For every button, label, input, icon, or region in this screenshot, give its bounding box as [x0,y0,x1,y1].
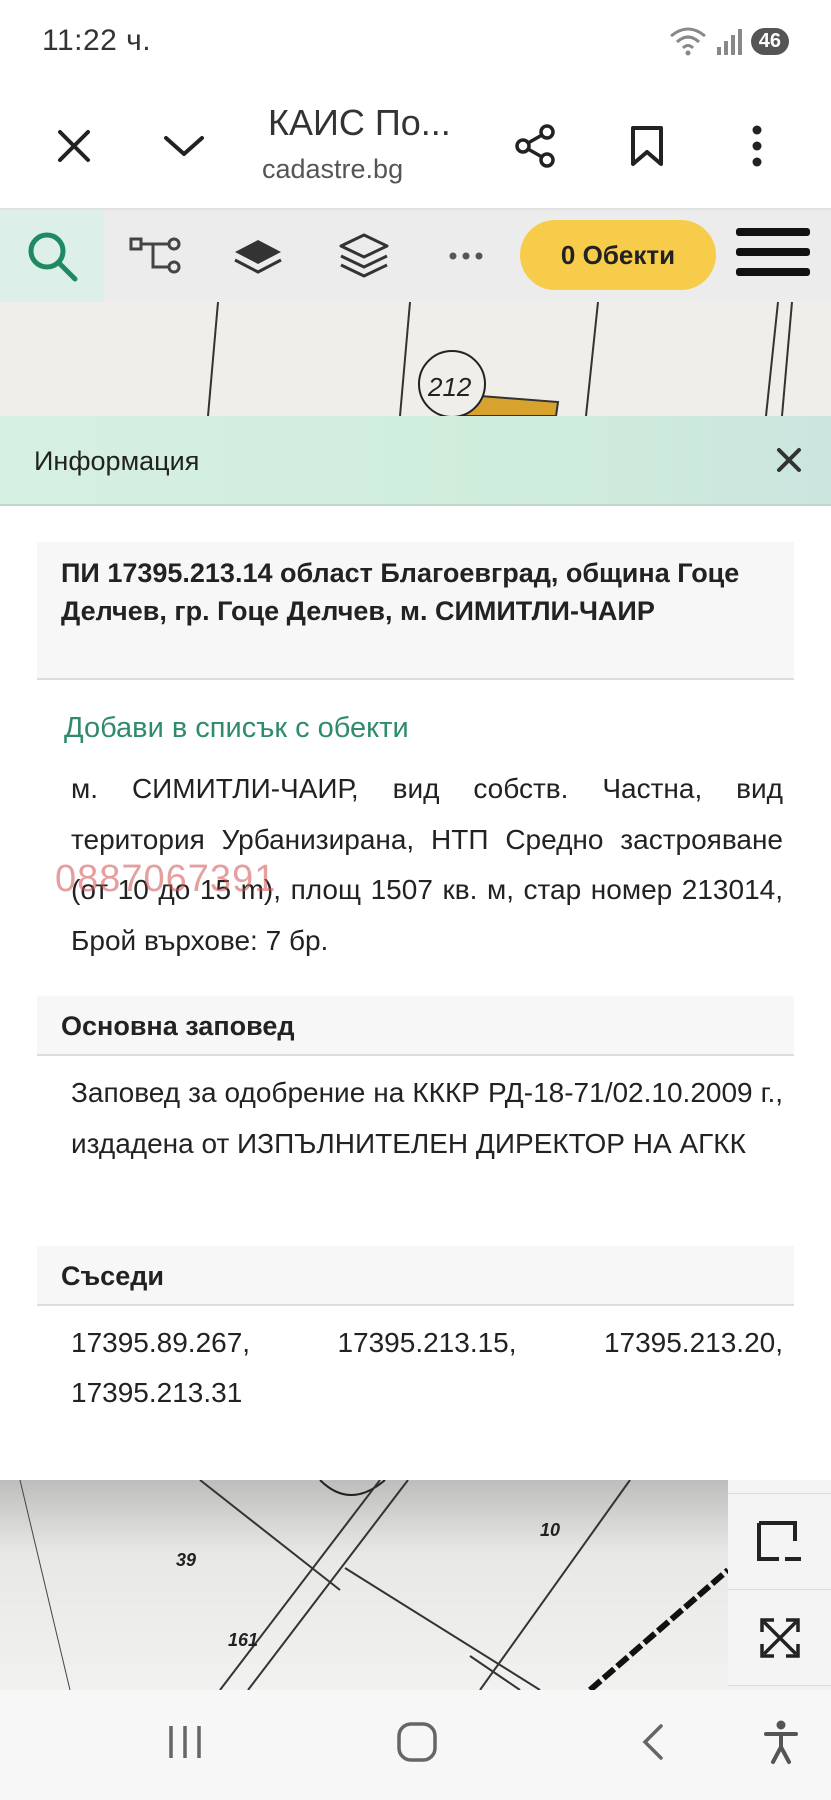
menu-icon [736,228,810,236]
home-icon [397,1722,437,1762]
neighbor-item: 17395.89.267, [71,1327,251,1358]
route-tool-button[interactable] [124,224,188,288]
chevron-down-icon [164,136,204,156]
search-button[interactable] [0,210,104,302]
add-to-objects-link[interactable]: Добави в списък с обекти [64,712,409,745]
map-fullscreen-button[interactable] [728,1590,831,1686]
layer-icon [234,240,282,274]
neighbor-item: 17395.213.20, [603,1327,783,1358]
select-area-icon [756,1520,801,1561]
search-icon [28,232,78,282]
system-nav-bar [0,1690,831,1800]
accessibility-button[interactable] [746,1712,816,1772]
more-vertical-icon [752,125,762,167]
info-panel-header: Информация [0,416,831,506]
map-parcel-label: 161 [228,1630,259,1650]
objects-button[interactable]: 0 Обекти [520,220,716,290]
close-icon [777,448,801,472]
collapse-button[interactable] [152,114,216,178]
bookmark-button[interactable] [615,114,679,178]
parcel-heading: ПИ 17395.213.14 област Благоевград, общи… [37,542,794,680]
battery-indicator: 46 [750,27,789,55]
share-icon [515,124,555,168]
status-time: 11:22 ч. [42,24,152,57]
share-button[interactable] [503,114,567,178]
home-button[interactable] [382,1712,452,1772]
phone-watermark: 0887067391 [55,858,277,900]
main-order-text: Заповед за одобрение на КККР РД-18-71/02… [71,1077,783,1159]
info-close-button[interactable] [769,440,809,480]
map-parcel-lines [207,302,793,416]
status-bar: 11:22 ч. 46 [0,0,831,84]
map-select-area-button[interactable] [728,1494,831,1590]
neighbor-item: 17395.213.15, [337,1327,517,1358]
map-parcel-label: 39 [176,1550,197,1570]
more-tools-button[interactable] [434,224,498,288]
close-tab-button[interactable] [42,114,106,178]
close-icon [58,130,90,162]
browser-bar: КАИС По... cadastre.bg [0,84,831,210]
menu-button[interactable] [736,228,810,284]
map-view-top[interactable]: 212 [0,302,831,416]
status-icons: 46 [669,26,789,56]
more-options-button[interactable] [725,114,789,178]
app-toolbar: 0 Обекти [0,210,831,302]
accessibility-icon [764,1720,798,1764]
main-order-heading: Основна заповед [37,996,794,1056]
neighbors-heading: Съседи [37,1246,794,1306]
map-view-bottom[interactable]: 39 10 161 [0,1480,831,1690]
more-horizontal-icon [449,252,483,260]
back-icon [642,1724,663,1760]
wifi-icon [669,27,706,56]
info-panel-title: Информация [34,446,200,476]
back-button[interactable] [617,1712,687,1772]
map-parcel-lines [19,1480,730,1690]
recent-apps-icon [169,1726,201,1758]
map-parcel-label: 10 [540,1520,561,1540]
fullscreen-icon [759,1617,800,1658]
neighbor-item: 17395.213.31 [71,1377,243,1408]
route-icon [129,237,181,274]
page-title: КАИС По... [268,102,451,143]
signal-icon [716,29,742,55]
bookmark-icon [631,126,663,166]
layer-tool-button[interactable] [226,224,290,288]
layers-button[interactable] [332,224,396,288]
page-url: cadastre.bg [262,154,404,184]
layers-stack-icon [339,233,389,278]
recent-apps-button[interactable] [150,1712,220,1772]
map-parcel-label: 212 [428,372,472,402]
neighbors-list: 17395.89.267, 17395.213.15, 17395.213.20… [71,1318,783,1418]
map-control-zoom-out[interactable] [728,1480,831,1494]
